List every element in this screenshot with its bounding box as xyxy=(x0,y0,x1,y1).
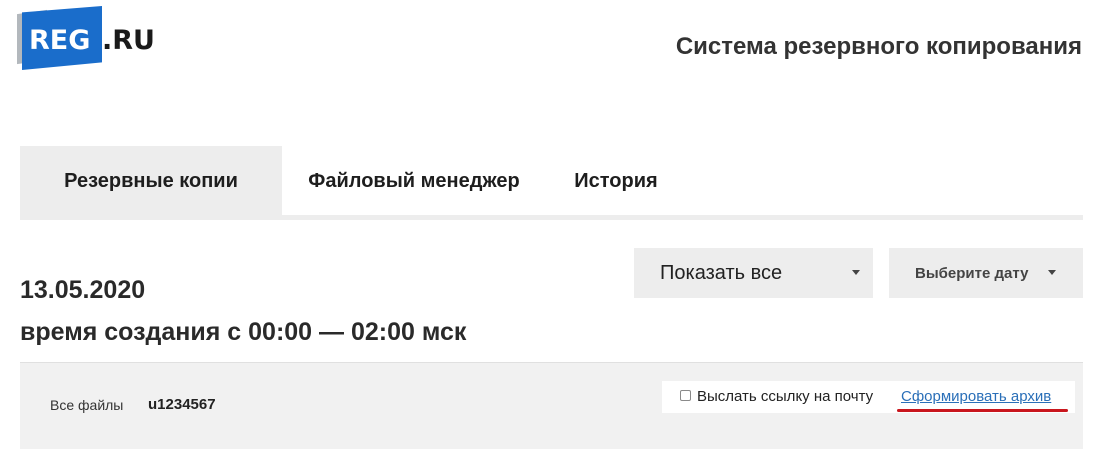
logo-text-reg: REG xyxy=(29,25,91,56)
tab-history[interactable]: История xyxy=(556,146,676,216)
tab-bar-divider xyxy=(20,215,1083,220)
files-panel: Все файлы u1234567 Выслать ссылку на поч… xyxy=(20,362,1083,449)
reg-ru-logo[interactable]: REG .RU xyxy=(17,6,157,76)
create-archive-link[interactable]: Сформировать архив xyxy=(901,388,1051,405)
tab-backups[interactable]: Резервные копии xyxy=(20,146,282,216)
date-picker-dropdown[interactable]: Выберите дату xyxy=(889,248,1083,298)
send-link-checkbox[interactable] xyxy=(680,390,691,401)
show-filter-value: Показать все xyxy=(660,261,783,284)
show-filter-dropdown[interactable]: Показать все xyxy=(634,248,873,298)
tab-bar: Резервные копии Файловый менеджер Истори… xyxy=(20,146,1083,216)
files-username: u1234567 xyxy=(148,396,216,413)
files-label: Все файлы xyxy=(50,397,124,413)
tab-file-manager[interactable]: Файловый менеджер xyxy=(282,146,546,216)
highlight-underline xyxy=(897,409,1068,412)
page-title: Система резервного копирования xyxy=(675,33,1082,60)
send-link-label[interactable]: Выслать ссылку на почту xyxy=(697,388,873,405)
logo-text-ru: .RU xyxy=(102,25,155,56)
chevron-down-icon xyxy=(1048,270,1056,275)
date-picker-value: Выберите дату xyxy=(915,264,1029,282)
backup-time-range: время создания с 00:00 — 02:00 мск xyxy=(20,318,467,346)
backup-date: 13.05.2020 xyxy=(20,276,146,304)
archive-actions: Выслать ссылку на почту Сформировать арх… xyxy=(662,381,1075,413)
chevron-down-icon xyxy=(852,270,860,275)
